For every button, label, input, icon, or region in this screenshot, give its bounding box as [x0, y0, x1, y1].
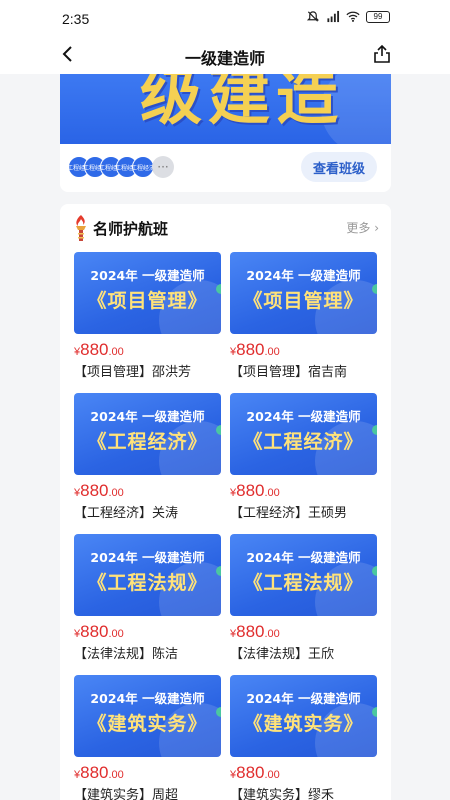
- thumbnail-subject: 《工程经济》: [87, 431, 208, 453]
- thumbnail-subject: 《工程经济》: [243, 431, 364, 453]
- thumbnail-subject: 《项目管理》: [243, 290, 364, 312]
- banner-image: 级建造师: [60, 74, 391, 144]
- avatar: 工程经济: [132, 156, 154, 178]
- view-class-button[interactable]: 查看班级: [301, 152, 377, 182]
- thumbnail-subtitle: 2024年 一级建造师: [90, 409, 205, 424]
- course-thumbnail: 2024年 一级建造师《项目管理》: [230, 252, 377, 334]
- famous-teacher-section: 名师护航班 更多 › 2024年 一级建造师 《项目管理》 ¥880.00 【项目管理…: [60, 204, 391, 800]
- thumbnail-subject: 《项目管理》: [87, 290, 208, 312]
- share-button[interactable]: [370, 42, 394, 66]
- price-decimal: .00: [108, 487, 124, 499]
- course-card[interactable]: 2024年 一级建造师《工程经济》 ¥880.00 【工程经济】关涛: [74, 393, 221, 521]
- class-banner-card: 级建造师 工程经济 工程经济 工程经济 工程经济 工程经济 ··· 查看班级: [60, 74, 391, 192]
- thumbnail-subject: 《建筑实务》: [87, 713, 208, 735]
- course-card[interactable]: 2024年 一级建造师《项目管理》 ¥880.00 【项目管理】邵洪芳: [74, 252, 221, 380]
- thumbnail-subject: 《工程法规》: [243, 572, 364, 594]
- price-integer: 880: [236, 340, 265, 359]
- price-integer: 880: [80, 763, 109, 782]
- price-integer: 880: [80, 622, 109, 641]
- member-avatars: 工程经济 工程经济 工程经济 工程经济 工程经济 ···: [68, 156, 174, 178]
- price-decimal: .00: [264, 628, 280, 640]
- price-integer: 880: [236, 622, 265, 641]
- price-integer: 880: [236, 481, 265, 500]
- status-time: 2:35: [62, 11, 90, 27]
- thumbnail-subtitle: 2024年 一级建造师: [246, 409, 361, 424]
- thumbnail-subject: 《工程法规》: [87, 572, 208, 594]
- course-title: 【法律法规】王欣: [230, 647, 335, 662]
- price-decimal: .00: [264, 487, 280, 499]
- thumbnail-subtitle: 2024年 一级建造师: [246, 268, 361, 283]
- course-title: 【建筑实务】缪禾: [230, 788, 335, 800]
- status-icons: 99: [306, 10, 390, 23]
- course-price: ¥880.00: [230, 481, 377, 501]
- battery-icon: 99: [366, 10, 390, 23]
- course-price: ¥880.00: [74, 622, 221, 642]
- course-title: 【法律法规】陈洁: [74, 647, 179, 662]
- course-price: ¥880.00: [74, 340, 221, 360]
- share-icon: [374, 44, 390, 63]
- status-bar: 2:35 99: [0, 0, 450, 36]
- price-decimal: .00: [264, 346, 280, 358]
- section-header: 名师护航班 更多 ›: [60, 204, 391, 248]
- course-thumbnail: 2024年 一级建造师《工程法规》: [74, 534, 221, 616]
- thumbnail-subtitle: 2024年 一级建造师: [90, 691, 205, 706]
- thumbnail-subtitle: 2024年 一级建造师: [246, 550, 361, 565]
- course-title: 【项目管理】宿吉南: [230, 365, 348, 380]
- course-price: ¥880.00: [74, 763, 221, 783]
- torch-icon: [76, 215, 86, 241]
- price-integer: 880: [80, 481, 109, 500]
- course-price: ¥880.00: [74, 481, 221, 501]
- course-thumbnail: 2024年 一级建造师《工程经济》: [74, 393, 221, 475]
- nav-bar: 一级建造师: [0, 36, 450, 74]
- price-decimal: .00: [264, 769, 280, 781]
- course-title: 【建筑实务】周超: [74, 788, 179, 800]
- thumbnail-subtitle: 2024年 一级建造师: [90, 268, 205, 283]
- course-thumbnail: 2024年 一级建造师《建筑实务》: [230, 675, 377, 757]
- more-avatars-icon[interactable]: ···: [152, 156, 174, 178]
- course-card[interactable]: 2024年 一级建造师《项目管理》 ¥880.00 【项目管理】宿吉南: [230, 252, 377, 380]
- course-title: 【工程经济】王硕男: [230, 506, 348, 521]
- course-card[interactable]: 2024年 一级建造师《建筑实务》 ¥880.00 【建筑实务】缪禾: [230, 675, 377, 800]
- section-title: 名师护航班: [93, 220, 169, 238]
- course-card[interactable]: 2024年 一级建造师《工程经济》 ¥880.00 【工程经济】王硕男: [230, 393, 377, 521]
- price-decimal: .00: [108, 346, 124, 358]
- course-price: ¥880.00: [230, 622, 377, 642]
- wifi-icon: [346, 11, 360, 22]
- course-thumbnail: 2024年 一级建造师《工程法规》: [230, 534, 377, 616]
- price-integer: 880: [236, 763, 265, 782]
- price-decimal: .00: [108, 769, 124, 781]
- course-title: 【工程经济】关涛: [74, 506, 179, 521]
- thumbnail-subtitle: 2024年 一级建造师: [246, 691, 361, 706]
- course-thumbnail: 2024年 一级建造师《建筑实务》: [74, 675, 221, 757]
- thumbnail-subject: 《建筑实务》: [243, 713, 364, 735]
- thumbnail-subtitle: 2024年 一级建造师: [90, 550, 205, 565]
- course-card[interactable]: 2024年 一级建造师《建筑实务》 ¥880.00 【建筑实务】周超: [74, 675, 221, 800]
- more-link[interactable]: 更多 ›: [346, 219, 379, 236]
- course-card[interactable]: 2024年 一级建造师《工程法规》 ¥880.00 【法律法规】王欣: [230, 534, 377, 662]
- course-thumbnail: 2024年 一级建造师《项目管理》: [74, 252, 221, 334]
- course-price: ¥880.00: [230, 340, 377, 360]
- course-thumbnail: 2024年 一级建造师《工程经济》: [230, 393, 377, 475]
- course-title: 【项目管理】邵洪芳: [74, 365, 192, 380]
- price-decimal: .00: [108, 628, 124, 640]
- course-card[interactable]: 2024年 一级建造师《工程法规》 ¥880.00 【法律法规】陈洁: [74, 534, 221, 662]
- course-price: ¥880.00: [230, 763, 377, 783]
- mute-icon: [306, 11, 320, 22]
- price-integer: 880: [80, 340, 109, 359]
- signal-icon: [327, 10, 340, 23]
- banner-deco-text: 级建造师: [140, 74, 345, 133]
